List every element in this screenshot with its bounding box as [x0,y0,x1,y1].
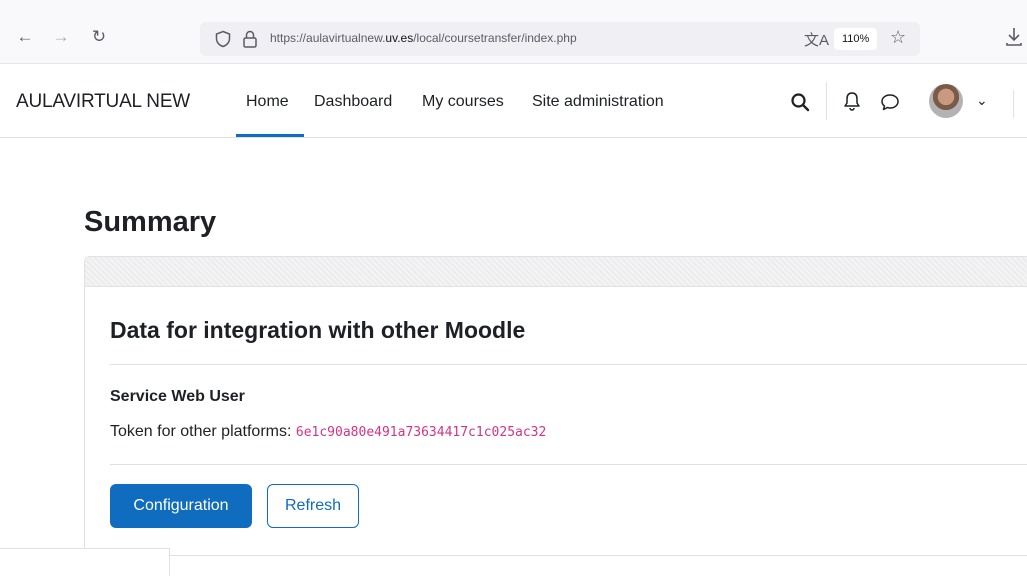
browser-toolbar: ← → ↻ https://aulavirtualnew.uv.es/local… [0,0,1027,64]
user-avatar[interactable] [929,84,963,118]
shield-icon[interactable] [214,30,232,48]
token-label: Token for other platforms: [110,423,292,440]
back-arrow-icon[interactable]: ← [14,26,36,48]
reload-icon[interactable]: ↻ [88,26,110,48]
url-prefix: https://aulavirtualnew. [270,31,386,45]
nav-link-my-courses[interactable]: My courses [422,93,504,111]
card-title: Data for integration with other Moodle [110,317,526,343]
nav-link-site-administration[interactable]: Site administration [532,93,664,111]
address-bar[interactable]: https://aulavirtualnew.uv.es/local/cours… [200,22,920,56]
notification-bell-icon[interactable] [842,90,862,112]
card-header [85,257,1027,287]
token-row: Token for other platforms: 6e1c90a80e491… [110,423,546,441]
nav-link-home[interactable]: Home [246,93,289,111]
token-value: 6e1c90a80e491a73634417c1c025ac32 [295,425,547,440]
divider [110,464,1027,465]
chevron-down-icon[interactable]: ⌄ [976,92,988,109]
download-icon[interactable] [1004,26,1024,48]
forward-arrow-icon[interactable]: → [50,26,72,48]
active-tab-indicator [236,134,304,137]
navbar-edge-divider [1013,90,1014,118]
url-path: /local/coursetransfer/index.php [413,31,577,45]
lock-icon[interactable] [242,29,258,49]
primary-navigation: AULAVIRTUAL NEW Home Dashboard My course… [0,64,1027,138]
navbar-divider [826,82,827,120]
star-icon[interactable]: ☆ [890,27,906,48]
url-text[interactable]: https://aulavirtualnew.uv.es/local/cours… [270,31,577,45]
configuration-button[interactable]: Configuration [110,484,252,528]
refresh-button[interactable]: Refresh [267,484,359,528]
integration-card: Data for integration with other Moodle S… [84,256,1027,556]
search-icon[interactable] [790,92,810,112]
service-web-user-heading: Service Web User [110,388,245,405]
messages-icon[interactable] [880,92,900,112]
site-brand[interactable]: AULAVIRTUAL NEW [16,91,190,113]
zoom-level-badge[interactable]: 110% [834,28,878,50]
page-title: Summary [84,206,217,238]
url-domain: uv.es [385,31,414,45]
nav-link-dashboard[interactable]: Dashboard [314,93,392,111]
divider [110,364,1027,365]
translate-icon[interactable]: 文A [804,29,829,50]
footer-tab [0,548,170,576]
